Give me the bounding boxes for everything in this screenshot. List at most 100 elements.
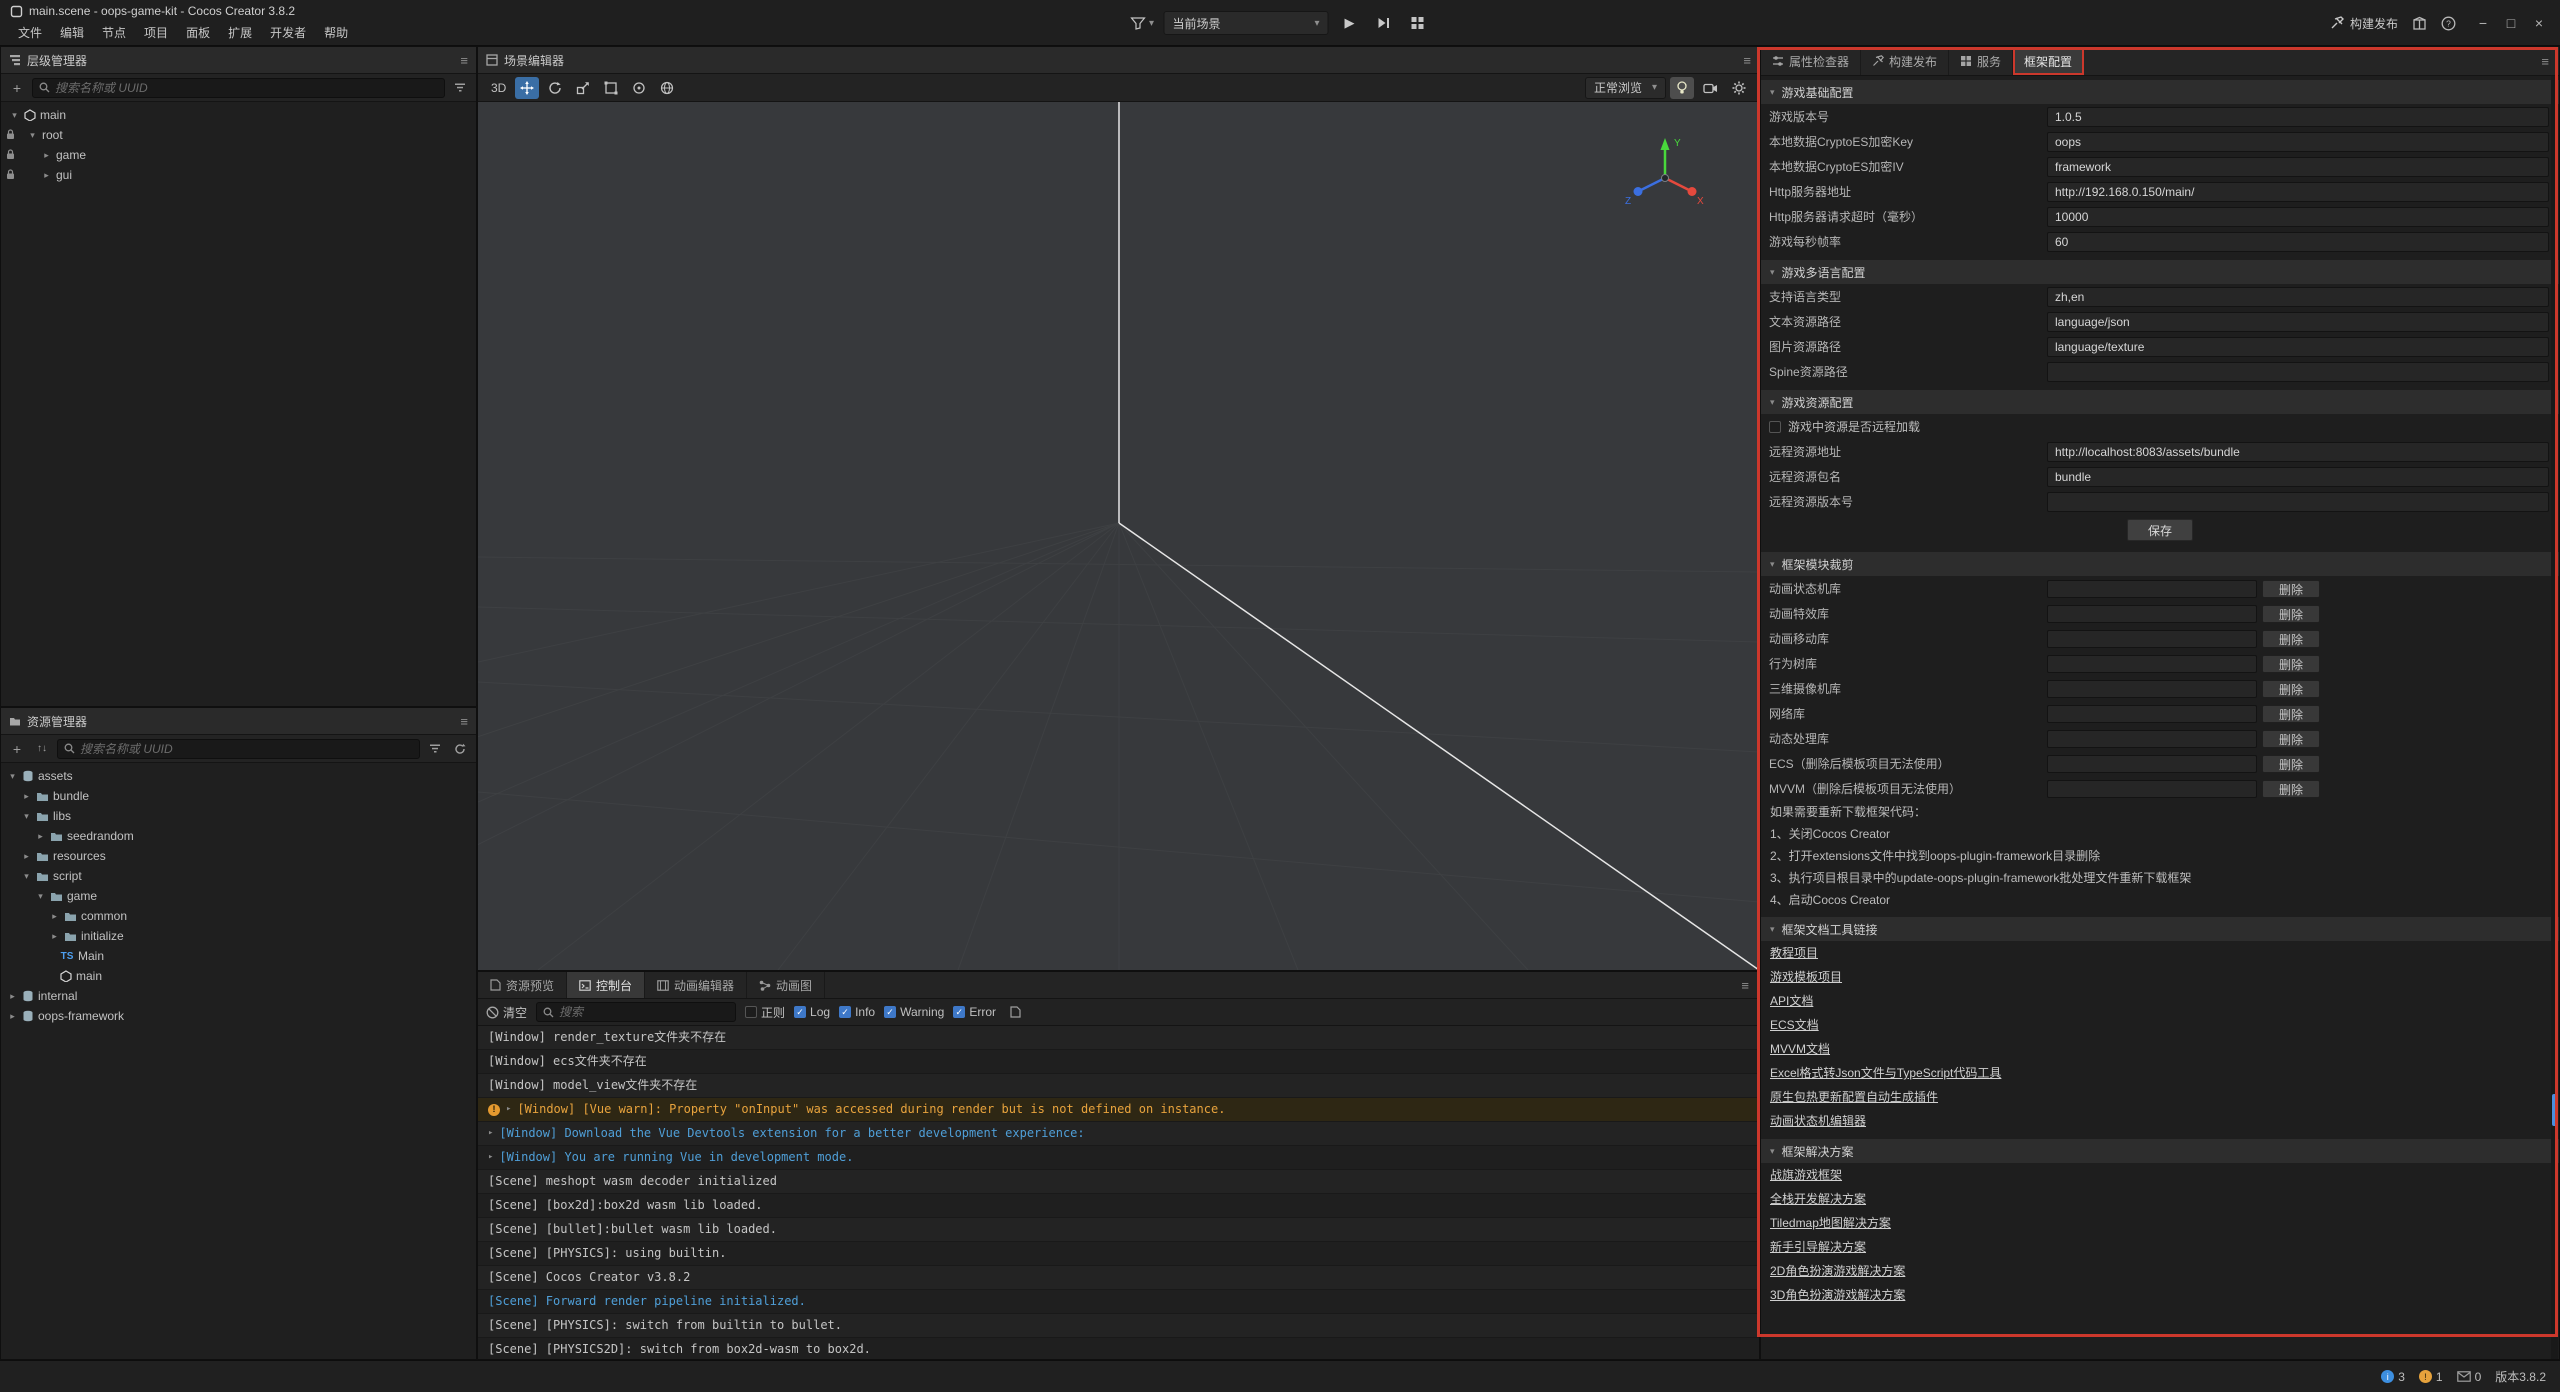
node-main[interactable]: ▾ main [1, 105, 476, 125]
node-gui[interactable]: ▸ gui [1, 165, 476, 185]
asset-script[interactable]: ▾ script [1, 866, 476, 886]
module-path-field[interactable] [2047, 605, 2257, 623]
section-header-modules[interactable]: ▾ 框架模块裁剪 [1761, 552, 2559, 576]
doc-link-hotupdate-plugin[interactable]: 原生包热更新配置自动生成插件 [1761, 1085, 2559, 1109]
module-path-field[interactable] [2047, 630, 2257, 648]
warning-count[interactable]: ! 1 [2419, 1370, 2443, 1384]
lang-texture-path-input[interactable] [2047, 337, 2549, 357]
module-path-field[interactable] [2047, 780, 2257, 798]
play-button[interactable]: ▶ [1337, 11, 1363, 35]
panel-menu-icon[interactable]: ≡ [1743, 53, 1751, 68]
sort-icon[interactable]: ↑↓ [32, 739, 52, 759]
solution-link-2drpg[interactable]: 2D角色扮演游戏解决方案 [1761, 1259, 2559, 1283]
rotate-tool-button[interactable] [543, 77, 567, 99]
menu-file[interactable]: 文件 [10, 22, 50, 43]
console-search-input[interactable] [559, 1005, 729, 1019]
section-header-resource[interactable]: ▾ 游戏资源配置 [1761, 390, 2559, 414]
layout-grid-button[interactable] [1405, 11, 1431, 35]
expand-caret-icon[interactable]: ▸ [488, 1146, 493, 1169]
asset-internal[interactable]: ▸ internal [1, 986, 476, 1006]
module-path-field[interactable] [2047, 755, 2257, 773]
delete-module-button[interactable]: 删除 [2262, 630, 2320, 648]
filter-icon[interactable] [450, 78, 470, 98]
module-path-field[interactable] [2047, 680, 2257, 698]
tab-asset-preview[interactable]: 资源预览 [478, 972, 567, 998]
asset-game[interactable]: ▾ game [1, 886, 476, 906]
http-timeout-input[interactable] [2047, 207, 2549, 227]
step-button[interactable] [1371, 11, 1397, 35]
mode-3d-toggle[interactable]: 3D [486, 77, 511, 99]
rect-tool-button[interactable] [599, 77, 623, 99]
regex-checkbox[interactable]: 正则 [745, 1004, 785, 1021]
info-count[interactable]: i 3 [2381, 1370, 2405, 1384]
tab-build-publish[interactable]: 构建发布 [1861, 47, 1949, 75]
node-root[interactable]: ▾ root [1, 125, 476, 145]
hierarchy-search-input[interactable] [55, 81, 438, 95]
delete-module-button[interactable]: 删除 [2262, 655, 2320, 673]
remote-load-checkbox[interactable] [1769, 421, 1781, 433]
filter-icon[interactable] [425, 739, 445, 759]
filter-warning-checkbox[interactable]: ✓ Warning [884, 1005, 944, 1019]
menu-edit[interactable]: 编辑 [52, 22, 92, 43]
assets-search-input[interactable] [80, 742, 413, 756]
log-row[interactable]: [Scene] [PHYSICS]: switch from builtin t… [478, 1314, 1759, 1338]
message-count[interactable]: 0 [2457, 1370, 2482, 1384]
log-row[interactable]: [Window] ecs文件夹不存在 [478, 1050, 1759, 1074]
log-row[interactable]: [Scene] [box2d]:box2d wasm lib loaded. [478, 1194, 1759, 1218]
help-icon[interactable]: ? [2441, 16, 2456, 31]
panel-menu-icon[interactable]: ≡ [1731, 978, 1759, 993]
world-local-toggle[interactable] [655, 77, 679, 99]
module-path-field[interactable] [2047, 730, 2257, 748]
crypto-key-input[interactable] [2047, 132, 2549, 152]
spine-path-input[interactable] [2047, 362, 2549, 382]
minimize-button[interactable]: − [2470, 10, 2496, 36]
frame-rate-input[interactable] [2047, 232, 2549, 252]
asset-oops-framework[interactable]: ▸ oops-framework [1, 1006, 476, 1026]
expand-icon[interactable]: ▾ [9, 110, 20, 121]
asset-seedrandom[interactable]: ▸ seedrandom [1, 826, 476, 846]
menu-developer[interactable]: 开发者 [262, 22, 314, 43]
view-mode-select[interactable]: 正常浏览 ▾ [1585, 77, 1666, 99]
log-row[interactable]: [Scene] [PHYSICS2D]: switch from box2d-w… [478, 1338, 1759, 1359]
menu-help[interactable]: 帮助 [316, 22, 356, 43]
log-row[interactable]: [Scene] meshopt wasm decoder initialized [478, 1170, 1759, 1194]
asset-common[interactable]: ▸ common [1, 906, 476, 926]
pivot-tool-button[interactable] [627, 77, 651, 99]
crypto-iv-input[interactable] [2047, 157, 2549, 177]
expand-caret-icon[interactable]: ▸ [506, 1098, 511, 1121]
lang-json-path-input[interactable] [2047, 312, 2549, 332]
camera-settings-button[interactable] [1698, 77, 1723, 99]
delete-module-button[interactable]: 删除 [2262, 680, 2320, 698]
log-row[interactable]: [Scene] Cocos Creator v3.8.2 [478, 1266, 1759, 1290]
solution-link-fullstack[interactable]: 全栈开发解决方案 [1761, 1187, 2559, 1211]
delete-module-button[interactable]: 删除 [2262, 780, 2320, 798]
log-row-warning[interactable]: ! ▸ [Window] [Vue warn]: Property "onInp… [478, 1098, 1759, 1122]
panel-menu-icon[interactable]: ≡ [460, 714, 468, 729]
expand-caret-icon[interactable]: ▸ [488, 1122, 493, 1145]
add-node-button[interactable]: + [7, 78, 27, 98]
inspector-scrollbar-thumb[interactable] [2552, 1094, 2557, 1126]
filter-info-checkbox[interactable]: ✓ Info [839, 1005, 875, 1019]
delete-module-button[interactable]: 删除 [2262, 730, 2320, 748]
delete-module-button[interactable]: 删除 [2262, 605, 2320, 623]
http-server-input[interactable] [2047, 182, 2549, 202]
clear-console-button[interactable]: 清空 [486, 1004, 527, 1021]
asset-main-ts[interactable]: TS Main [1, 946, 476, 966]
doc-link-excel-tool[interactable]: Excel格式转Json文件与TypeScript代码工具 [1761, 1061, 2559, 1085]
tab-animation-graph[interactable]: 动画图 [747, 972, 825, 998]
asset-bundle[interactable]: ▸ bundle [1, 786, 476, 806]
maximize-button[interactable]: □ [2498, 10, 2524, 36]
section-header-docs[interactable]: ▾ 框架文档工具链接 [1761, 917, 2559, 941]
expand-icon[interactable]: ▸ [41, 170, 52, 181]
menu-node[interactable]: 节点 [94, 22, 134, 43]
panel-menu-icon[interactable]: ≡ [2531, 54, 2559, 69]
add-asset-button[interactable]: + [7, 739, 27, 759]
lighting-toggle[interactable] [1670, 77, 1694, 99]
doc-link-animator-editor[interactable]: 动画状态机编辑器 [1761, 1109, 2559, 1133]
log-row[interactable]: [Window] model_view文件夹不存在 [478, 1074, 1759, 1098]
tab-property-inspector[interactable]: 属性检查器 [1761, 47, 1861, 75]
game-version-input[interactable] [2047, 107, 2549, 127]
remote-url-input[interactable] [2047, 442, 2549, 462]
scene-viewport[interactable]: Y X Z [478, 102, 1759, 970]
move-tool-button[interactable] [515, 77, 539, 99]
